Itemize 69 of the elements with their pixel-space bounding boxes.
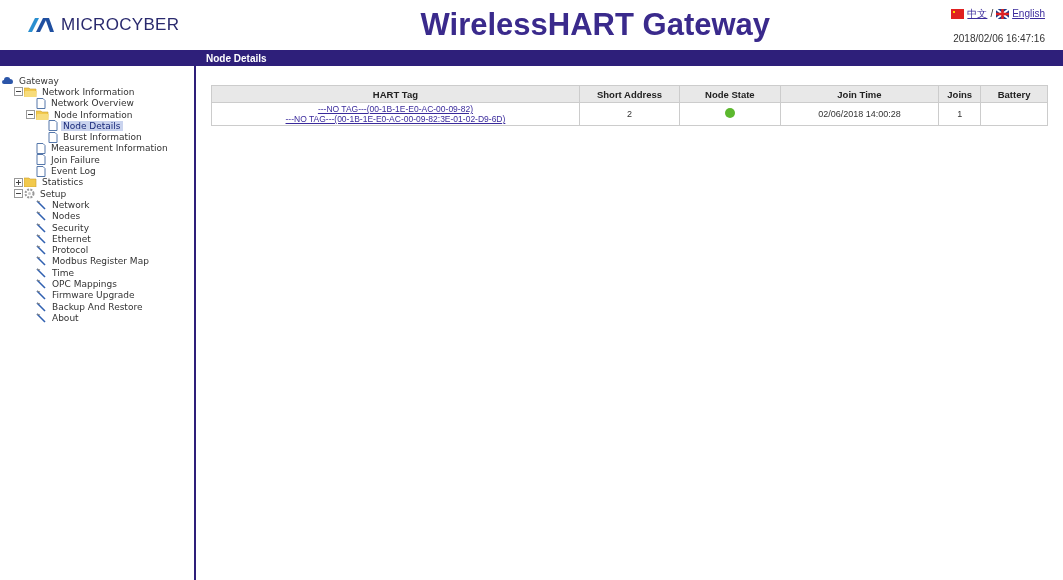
collapse-toggle-icon[interactable] xyxy=(26,110,35,120)
column-header: Join Time xyxy=(780,85,939,103)
tree-item[interactable]: Measurement Information xyxy=(49,143,170,154)
wrench-icon xyxy=(36,312,47,323)
wrench-icon xyxy=(36,233,47,244)
table-cell xyxy=(980,102,1048,126)
flag-icon xyxy=(996,8,1010,19)
page-icon xyxy=(48,131,58,143)
page-icon xyxy=(36,154,46,166)
tree-item[interactable]: Modbus Register Map xyxy=(50,256,151,267)
language-link[interactable]: 中文 xyxy=(967,6,988,21)
flag-icon xyxy=(951,8,965,19)
tree-item[interactable]: Setup xyxy=(38,188,69,199)
tree-item[interactable]: Network Overview xyxy=(49,98,136,109)
cloud-icon xyxy=(2,76,14,86)
folder-icon xyxy=(24,177,37,188)
column-header: Battery xyxy=(980,85,1048,103)
tag-link[interactable]: ---NO TAG---(00-1B-1E-E0-AC-00-09-82:3E-01-02-D9-6D) xyxy=(213,114,578,124)
tree-item[interactable]: Protocol xyxy=(50,245,91,256)
column-header: Joins xyxy=(938,85,981,103)
folder-icon xyxy=(36,109,49,120)
column-header: Short Address xyxy=(579,85,680,103)
tree-item[interactable]: Network xyxy=(50,199,92,210)
collapse-toggle-icon[interactable] xyxy=(14,189,23,199)
expand-toggle-icon[interactable] xyxy=(14,177,23,187)
tree-item[interactable]: Statistics xyxy=(40,177,86,188)
tag-link[interactable]: ---NO TAG---(00-1B-1E-E0-AC-00-09-82) xyxy=(213,104,578,114)
table-cell: 02/06/2018 14:00:28 xyxy=(780,102,939,126)
table-cell: 1 xyxy=(938,102,981,126)
collapse-toggle-icon[interactable] xyxy=(14,87,23,97)
logo-text: MICROCYBER xyxy=(61,15,180,35)
tree-item[interactable]: Event Log xyxy=(49,166,98,176)
datetime-text: 2018/02/06 16:47:16 xyxy=(953,32,1045,44)
tree-item[interactable]: Security xyxy=(50,222,91,233)
page-icon xyxy=(48,120,58,132)
folder-icon xyxy=(24,86,37,97)
tree-item[interactable]: Gateway xyxy=(17,75,61,86)
tree-item[interactable]: Network Information xyxy=(40,86,137,97)
language-link[interactable]: English xyxy=(1012,8,1045,19)
wrench-icon xyxy=(36,199,47,210)
wrench-icon xyxy=(36,301,47,312)
tree-item[interactable]: OPC Mappings xyxy=(50,279,119,289)
tree-item[interactable]: Burst Information xyxy=(61,132,144,143)
tree-item[interactable]: About xyxy=(50,312,81,323)
tree-item[interactable]: Nodes xyxy=(50,211,83,222)
section-title: Node Details xyxy=(206,52,267,64)
tree-item[interactable]: Ethernet xyxy=(50,233,93,244)
page-icon xyxy=(36,142,46,154)
gear-icon xyxy=(24,188,35,200)
wrench-icon xyxy=(36,256,47,267)
separator-text: / xyxy=(990,8,994,19)
tree-item[interactable]: Backup And Restore xyxy=(50,301,145,312)
tree-item[interactable]: Node Information xyxy=(52,109,135,120)
table-cell: 2 xyxy=(579,102,680,126)
tree-item[interactable]: Join Failure xyxy=(49,154,102,165)
wrench-icon xyxy=(36,222,47,233)
column-header: Node State xyxy=(679,85,780,103)
wrench-icon xyxy=(36,211,47,222)
wrench-icon xyxy=(36,290,47,301)
tree-item[interactable]: Time xyxy=(50,267,77,278)
wrench-icon xyxy=(36,279,47,289)
wrench-icon xyxy=(36,267,47,278)
tree-item[interactable]: Node Details xyxy=(61,120,123,131)
tree-item[interactable]: Firmware Upgrade xyxy=(50,290,137,301)
column-header: HART Tag xyxy=(211,85,580,103)
wrench-icon xyxy=(36,245,47,256)
page-icon xyxy=(36,165,46,177)
page-icon xyxy=(36,97,46,109)
page-heading: WirelessHART Gateway xyxy=(420,7,771,43)
